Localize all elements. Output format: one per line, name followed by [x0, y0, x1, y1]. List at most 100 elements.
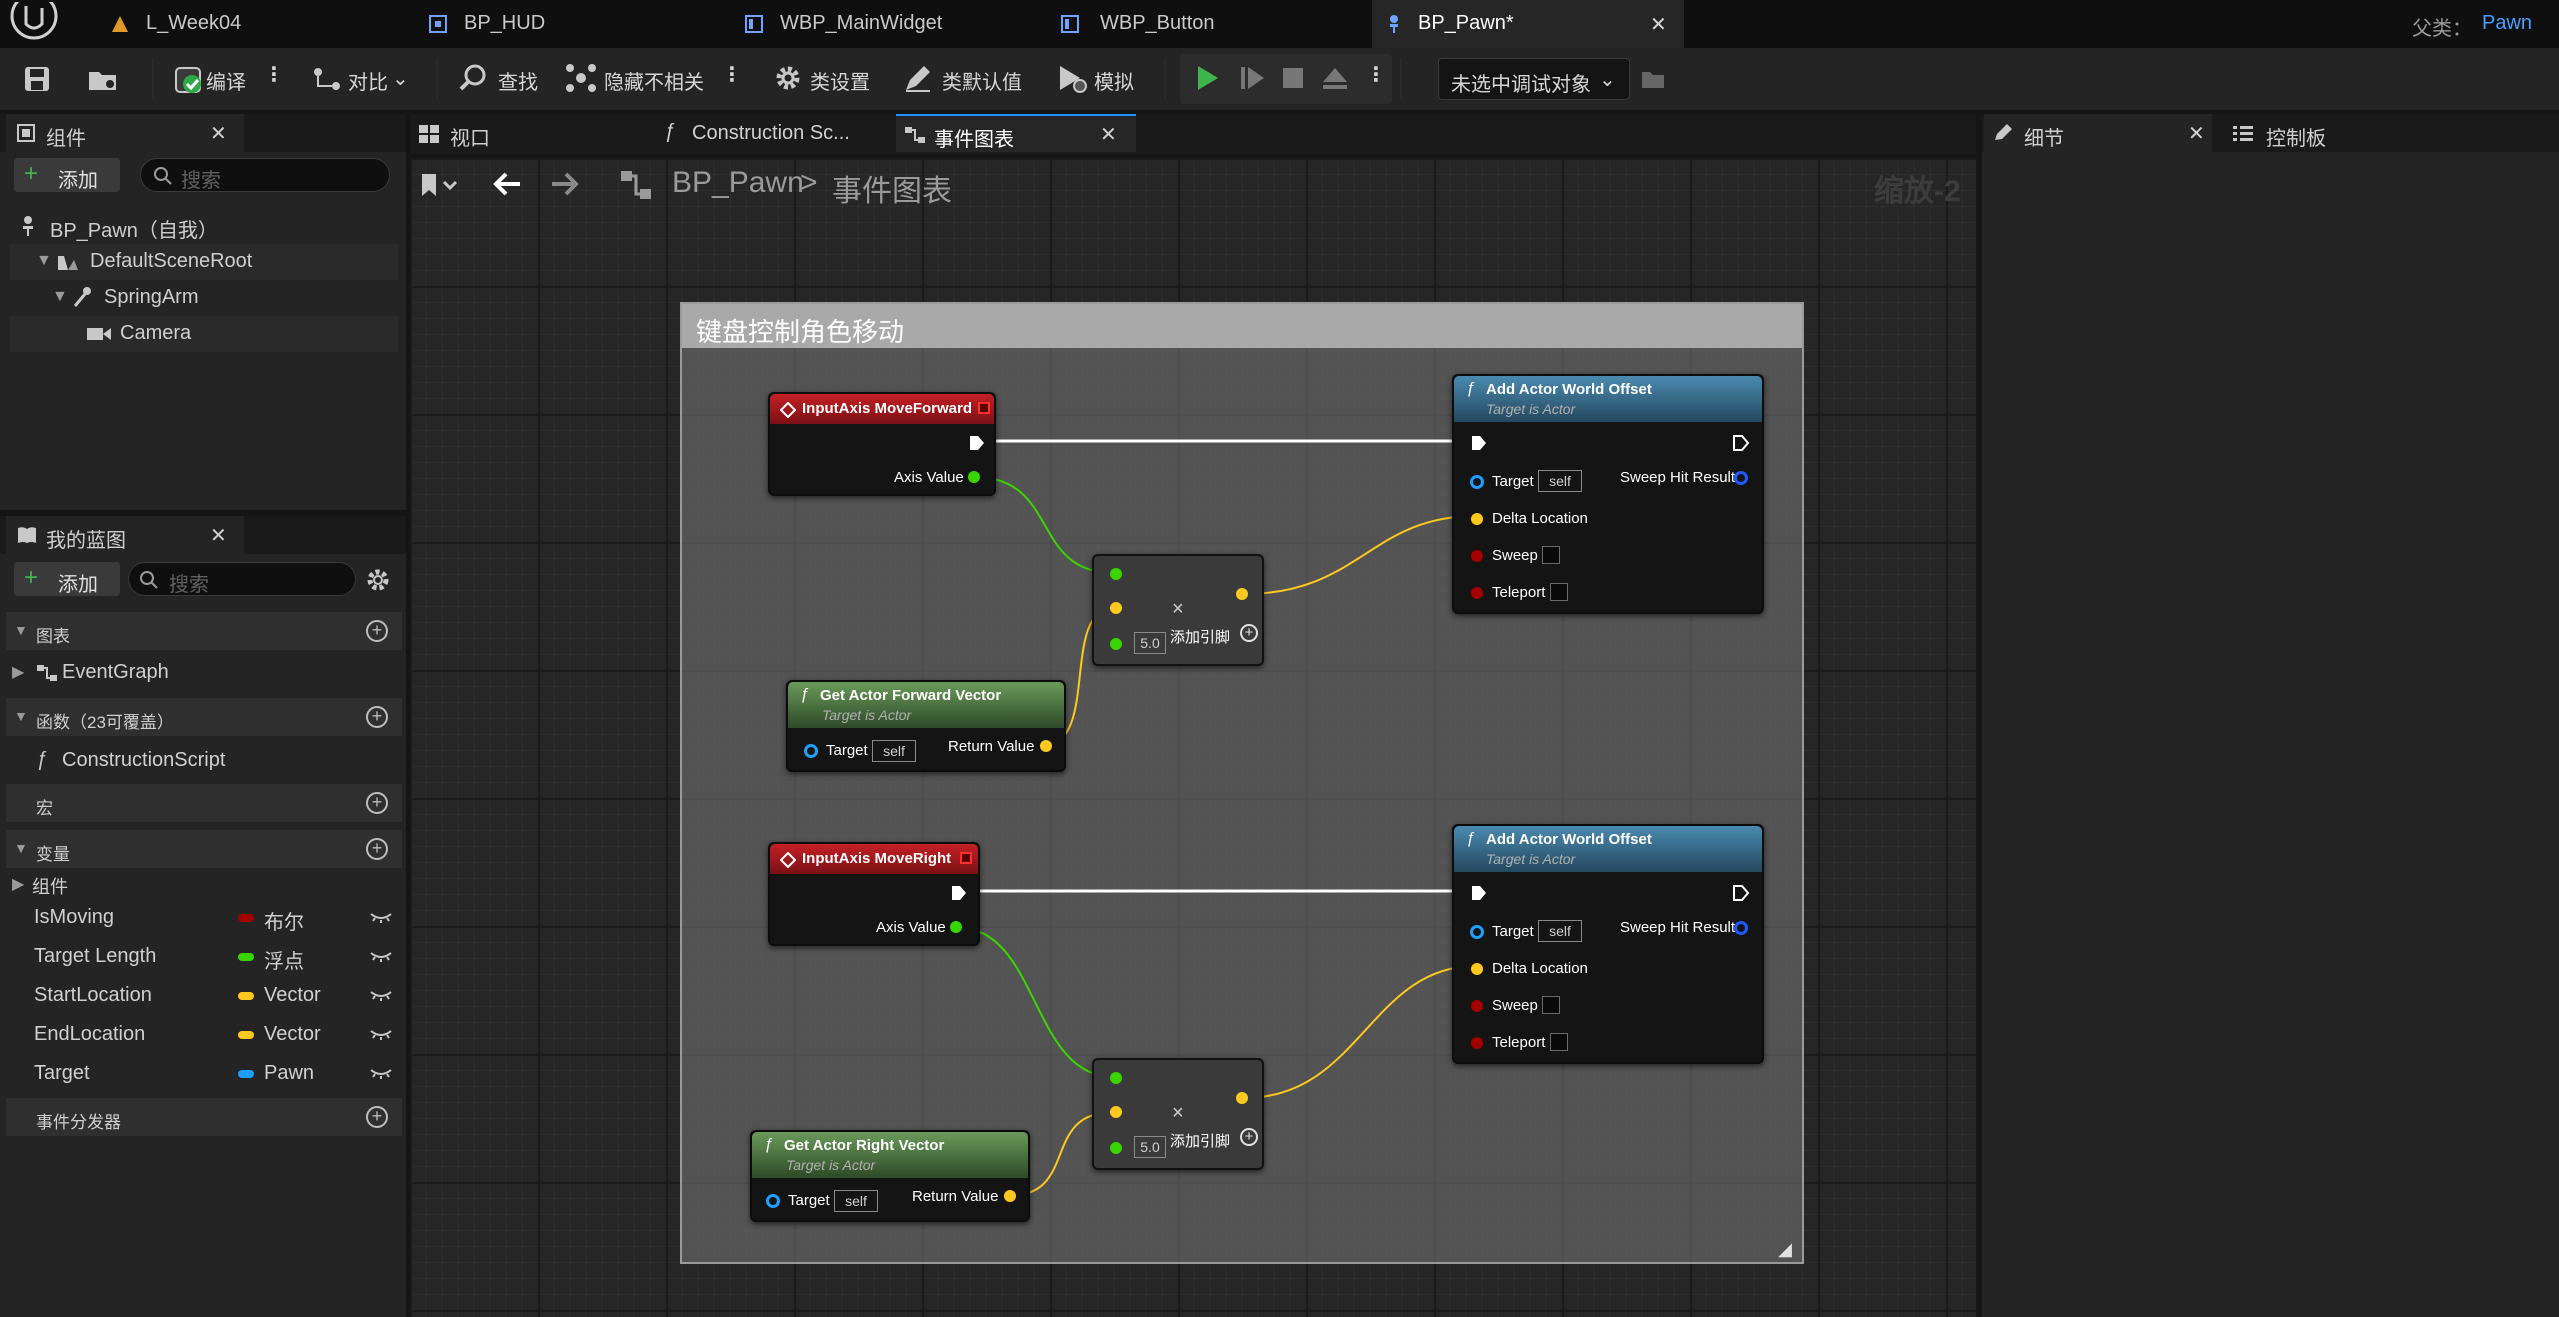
bookmark-icon[interactable]: [420, 170, 460, 200]
float-in-pin-icon[interactable]: [1110, 1072, 1122, 1084]
node-add-actor-world-offset-forward[interactable]: ƒ Add Actor World Offset Target is Actor…: [1452, 374, 1764, 614]
multiplier-input[interactable]: 5.0: [1134, 632, 1166, 654]
node-get-actor-right-vector[interactable]: ƒ Get Actor Right Vector Target is Actor…: [750, 1130, 1030, 1222]
stop-icon[interactable]: [1280, 64, 1306, 92]
simulate-button[interactable]: 模拟: [1094, 66, 1134, 95]
tab-details[interactable]: 细节 ✕: [1984, 114, 2212, 152]
section-functions[interactable]: ▼ 函数（23可覆盖） +: [6, 698, 402, 736]
add-variable-icon[interactable]: +: [366, 838, 388, 860]
node-add-actor-world-offset-right[interactable]: ƒ Add Actor World Offset Target is Actor…: [1452, 824, 1764, 1064]
breadcrumb-root[interactable]: BP_Pawn: [672, 166, 804, 200]
self-input[interactable]: self: [872, 740, 916, 762]
doc-tab-wbp-button[interactable]: WBP_Button: [1044, 0, 1370, 48]
sweep-checkbox[interactable]: [1542, 546, 1560, 564]
parent-class-link[interactable]: Pawn: [2482, 12, 2532, 35]
visibility-eye-icon[interactable]: [370, 1064, 392, 1080]
function-item-constructionscript[interactable]: ƒ ConstructionScript: [6, 742, 402, 780]
vector-out-pin-icon[interactable]: [1236, 1092, 1248, 1104]
diff-button[interactable]: 对比: [348, 66, 388, 95]
exec-in-pin-icon[interactable]: [1470, 434, 1488, 452]
section-variables[interactable]: ▼ 变量 +: [6, 830, 402, 868]
expand-arrow-icon[interactable]: ▶: [12, 662, 24, 682]
play-icon[interactable]: [1194, 62, 1222, 94]
variable-item[interactable]: Target Length 浮点: [6, 937, 402, 975]
eject-icon[interactable]: [1320, 62, 1350, 94]
object-in-pin-icon[interactable]: [766, 1194, 780, 1208]
components-tab[interactable]: 组件 ✕: [6, 114, 244, 152]
tree-item-defaultsceneroot[interactable]: ▼ DefaultSceneRoot: [10, 244, 398, 280]
object-in-pin-icon[interactable]: [1470, 475, 1484, 489]
delegate-pin-icon[interactable]: [960, 852, 972, 864]
teleport-checkbox[interactable]: [1550, 1033, 1568, 1051]
delegate-pin-icon[interactable]: [978, 402, 990, 414]
tree-item-bp-pawn[interactable]: BP_Pawn（自我）: [10, 208, 398, 244]
float-out-pin-icon[interactable]: [968, 471, 980, 483]
tab-viewport[interactable]: 视口: [410, 114, 648, 152]
tree-item-springarm[interactable]: ▼ SpringArm: [10, 280, 398, 316]
bool-in-pin-icon[interactable]: [1471, 587, 1483, 599]
comment-title[interactable]: 键盘控制角色移动: [696, 312, 904, 349]
node-inputaxis-moveright[interactable]: InputAxis MoveRight Axis Value: [768, 842, 980, 946]
section-graphs[interactable]: ▼ 图表 +: [6, 612, 402, 650]
vector-in-pin-icon[interactable]: [1471, 963, 1483, 975]
vector-out-pin-icon[interactable]: [1236, 588, 1248, 600]
self-input[interactable]: self: [1538, 470, 1582, 492]
struct-out-pin-icon[interactable]: [1734, 921, 1748, 935]
exec-out-pin-icon[interactable]: [1732, 434, 1750, 452]
exec-out-pin-icon[interactable]: [968, 434, 986, 452]
variable-type[interactable]: Vector: [264, 1023, 321, 1046]
close-icon[interactable]: ✕: [210, 523, 227, 548]
float-out-pin-icon[interactable]: [950, 921, 962, 933]
node-multiply-right[interactable]: 5.0 × 添加引脚 +: [1092, 1058, 1264, 1170]
node-multiply-forward[interactable]: 5.0 × 添加引脚 +: [1092, 554, 1264, 666]
step-icon[interactable]: [1238, 62, 1266, 94]
variable-item[interactable]: Target Pawn: [6, 1054, 402, 1092]
add-macro-icon[interactable]: +: [366, 792, 388, 814]
comment-header[interactable]: 键盘控制角色移动: [682, 304, 1802, 348]
bool-in-pin-icon[interactable]: [1471, 1037, 1483, 1049]
variable-item[interactable]: StartLocation Vector: [6, 976, 402, 1014]
close-icon[interactable]: ✕: [1100, 122, 1117, 147]
my-blueprint-search-input[interactable]: 搜索: [128, 562, 356, 596]
doc-tab-l-week04[interactable]: L_Week04: [96, 0, 396, 48]
close-icon[interactable]: ✕: [210, 121, 227, 146]
forward-arrow-icon[interactable]: [550, 170, 580, 198]
node-inputaxis-moveforward[interactable]: InputAxis MoveForward Axis Value: [768, 392, 996, 496]
add-pin-icon[interactable]: +: [1240, 1128, 1258, 1146]
tab-palette[interactable]: 控制板: [2216, 114, 2436, 152]
browse-folder-icon[interactable]: [86, 64, 120, 94]
tab-construction-script[interactable]: ƒ Construction Sc...: [650, 114, 900, 152]
close-tab-icon[interactable]: ✕: [1650, 12, 1667, 37]
exec-out-pin-icon[interactable]: [1732, 884, 1750, 902]
variable-item[interactable]: IsMoving 布尔: [6, 898, 402, 936]
add-component-button[interactable]: + 添加: [14, 158, 120, 192]
variable-type[interactable]: Pawn: [264, 1062, 314, 1085]
variable-item[interactable]: EndLocation Vector: [6, 1015, 402, 1053]
variable-type[interactable]: 布尔: [264, 906, 304, 935]
tree-item-camera[interactable]: Camera: [10, 316, 398, 352]
variable-category-components[interactable]: ▶ 组件: [6, 866, 402, 900]
compile-button[interactable]: 编译: [206, 66, 246, 95]
add-graph-icon[interactable]: +: [366, 620, 388, 642]
close-icon[interactable]: ✕: [2188, 121, 2205, 146]
float-in-pin-icon[interactable]: [1110, 1142, 1122, 1154]
float-in-pin-icon[interactable]: [1110, 638, 1122, 650]
add-pin-label[interactable]: 添加引脚: [1170, 1130, 1230, 1151]
components-search-input[interactable]: 搜索: [140, 158, 390, 192]
self-input[interactable]: self: [834, 1190, 878, 1212]
add-function-icon[interactable]: +: [366, 706, 388, 728]
debug-target-dropdown[interactable]: 未选中调试对象 ⌄: [1438, 58, 1630, 100]
save-icon[interactable]: [22, 64, 52, 94]
exec-out-pin-icon[interactable]: [950, 884, 968, 902]
add-member-button[interactable]: + 添加: [14, 562, 120, 596]
hide-unrelated-button[interactable]: 隐藏不相关: [604, 66, 704, 95]
visibility-eye-icon[interactable]: [370, 986, 392, 1002]
self-input[interactable]: self: [1538, 920, 1582, 942]
section-macros[interactable]: 宏 +: [6, 784, 402, 822]
teleport-checkbox[interactable]: [1550, 583, 1568, 601]
chevron-down-icon[interactable]: ⌄: [392, 66, 409, 91]
resize-handle-icon[interactable]: ◢: [1778, 1239, 1792, 1260]
graph-item-eventgraph[interactable]: ▶ EventGraph: [6, 654, 402, 692]
vector-in-pin-icon[interactable]: [1110, 602, 1122, 614]
settings-gear-icon[interactable]: [364, 566, 392, 594]
